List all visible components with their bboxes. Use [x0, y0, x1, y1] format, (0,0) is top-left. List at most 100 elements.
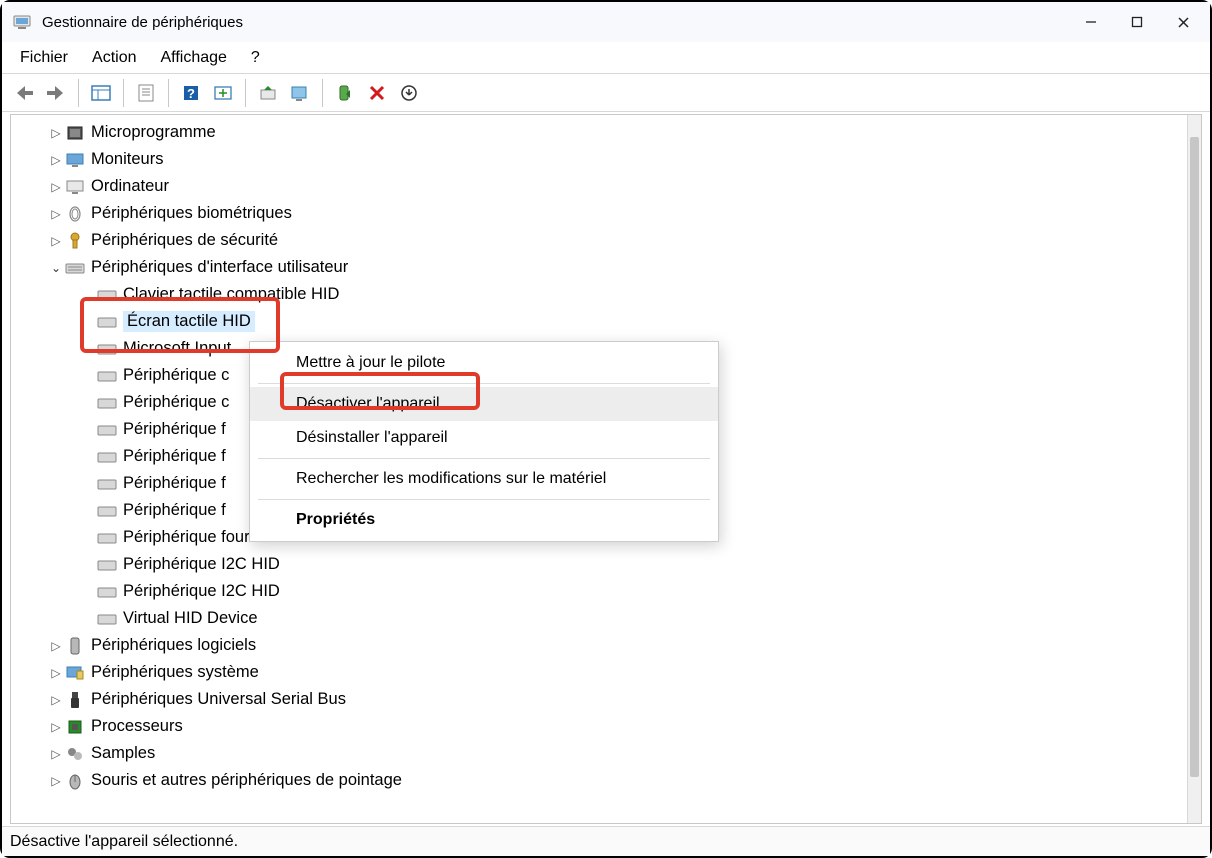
chevron-right-icon[interactable]: ▷ [47, 207, 65, 221]
tree-item-mice[interactable]: ▷ Souris et autres périphériques de poin… [11, 767, 1187, 794]
tree-item-software-devices[interactable]: ▷ Périphériques logiciels [11, 632, 1187, 659]
tree-label: Ordinateur [91, 177, 169, 196]
ctx-properties[interactable]: Propriétés [250, 503, 718, 537]
hid-device-icon [97, 394, 117, 412]
svg-text:?: ? [187, 86, 195, 101]
context-menu: Mettre à jour le pilote Désactiver l'app… [249, 341, 719, 542]
system-device-icon [65, 664, 85, 682]
chevron-right-icon[interactable]: ▷ [47, 234, 65, 248]
chevron-right-icon[interactable]: ▷ [47, 774, 65, 788]
key-icon [65, 232, 85, 250]
window-title: Gestionnaire de périphériques [42, 14, 1068, 31]
show-hide-tree-button[interactable] [86, 78, 116, 108]
tree-label: Périphérique I2C HID [123, 555, 280, 574]
tree-label: Périphériques biométriques [91, 204, 292, 223]
tree-item-firmware[interactable]: ▷ Microprogramme [11, 119, 1187, 146]
tree-label: Samples [91, 744, 155, 763]
menu-file[interactable]: Fichier [20, 49, 68, 67]
hid-device-icon [97, 448, 117, 466]
tree-item-security[interactable]: ▷ Périphériques de sécurité [11, 227, 1187, 254]
tree-label: Périphérique c [123, 393, 229, 412]
hid-device-icon [97, 583, 117, 601]
ctx-scan-hardware[interactable]: Rechercher les modifications sur le maté… [250, 462, 718, 496]
titlebar: Gestionnaire de périphériques [2, 2, 1210, 42]
menubar: Fichier Action Affichage ? [2, 42, 1210, 74]
tree-item-samples[interactable]: ▷ Samples [11, 740, 1187, 767]
toolbar-separator [168, 79, 169, 107]
hid-device-icon [97, 313, 117, 331]
chevron-down-icon[interactable]: ⌄ [47, 261, 65, 275]
tree-label: Périphérique f [123, 501, 226, 520]
toolbar-separator [245, 79, 246, 107]
tree-item-hid-touch-keyboard[interactable]: Clavier tactile compatible HID [11, 281, 1187, 308]
hid-device-icon [97, 556, 117, 574]
chevron-right-icon[interactable]: ▷ [47, 153, 65, 167]
hid-device-icon [97, 529, 117, 547]
chevron-right-icon[interactable]: ▷ [47, 666, 65, 680]
scan-hardware-button[interactable] [208, 78, 238, 108]
tree-label: Périphériques Universal Serial Bus [91, 690, 346, 709]
tree-label: Périphériques logiciels [91, 636, 256, 655]
hid-device-icon [97, 286, 117, 304]
help-button[interactable]: ? [176, 78, 206, 108]
toolbar-separator [78, 79, 79, 107]
scan-changes-button[interactable] [394, 78, 424, 108]
tree-item-system-devices[interactable]: ▷ Périphériques système [11, 659, 1187, 686]
forward-button[interactable] [41, 78, 71, 108]
update-driver-button[interactable] [253, 78, 283, 108]
tree-item-computer[interactable]: ▷ Ordinateur [11, 173, 1187, 200]
uninstall-device-button[interactable] [362, 78, 392, 108]
tree-item-processors[interactable]: ▷ Processeurs [11, 713, 1187, 740]
minimize-button[interactable] [1068, 2, 1114, 42]
menu-help[interactable]: ? [251, 49, 260, 67]
window-controls [1068, 2, 1206, 42]
tree-label: Virtual HID Device [123, 609, 258, 628]
menu-view[interactable]: Affichage [160, 49, 226, 67]
maximize-button[interactable] [1114, 2, 1160, 42]
chevron-right-icon[interactable]: ▷ [47, 747, 65, 761]
chevron-right-icon[interactable]: ▷ [47, 126, 65, 140]
tree-label: Souris et autres périphériques de pointa… [91, 771, 402, 790]
properties-button[interactable] [131, 78, 161, 108]
statusbar: Désactive l'appareil sélectionné. [2, 826, 1210, 856]
tree-item-hid-i2c[interactable]: Périphérique I2C HID [11, 578, 1187, 605]
chevron-right-icon[interactable]: ▷ [47, 180, 65, 194]
tree-label: Périphériques de sécurité [91, 231, 278, 250]
context-menu-separator [258, 499, 710, 500]
tree-item-hid-touch-screen[interactable]: Écran tactile HID [11, 308, 1187, 335]
hid-device-icon [97, 610, 117, 628]
tree-label: Périphérique I2C HID [123, 582, 280, 601]
tree-item-usb[interactable]: ▷ Périphériques Universal Serial Bus [11, 686, 1187, 713]
hid-device-icon [97, 475, 117, 493]
tree-label: Périphérique f [123, 447, 226, 466]
chevron-right-icon[interactable]: ▷ [47, 693, 65, 707]
enable-device-button[interactable] [330, 78, 360, 108]
back-button[interactable] [9, 78, 39, 108]
tree-label: Périphérique c [123, 366, 229, 385]
statusbar-text: Désactive l'appareil sélectionné. [10, 833, 238, 851]
tree-label: Processeurs [91, 717, 183, 736]
tree-label: Périphérique f [123, 420, 226, 439]
tree-item-hid-i2c[interactable]: Périphérique I2C HID [11, 551, 1187, 578]
tree-item-hid[interactable]: ⌄ Périphériques d'interface utilisateur [11, 254, 1187, 281]
tree-item-biometric[interactable]: ▷ Périphériques biométriques [11, 200, 1187, 227]
software-device-icon [65, 637, 85, 655]
mouse-icon [65, 772, 85, 790]
context-menu-separator [258, 383, 710, 384]
hid-icon [65, 259, 85, 277]
ctx-disable-device[interactable]: Désactiver l'appareil [250, 387, 718, 421]
menu-action[interactable]: Action [92, 49, 136, 67]
tree-item-monitors[interactable]: ▷ Moniteurs [11, 146, 1187, 173]
firmware-icon [65, 124, 85, 142]
close-button[interactable] [1160, 2, 1206, 42]
ctx-update-driver[interactable]: Mettre à jour le pilote [250, 346, 718, 380]
scrollbar-thumb[interactable] [1190, 137, 1199, 777]
disable-device-button[interactable] [285, 78, 315, 108]
tree-label: Périphériques d'interface utilisateur [91, 258, 348, 277]
chevron-right-icon[interactable]: ▷ [47, 720, 65, 734]
ctx-uninstall-device[interactable]: Désinstaller l'appareil [250, 421, 718, 455]
tree-item-hid-virtual[interactable]: Virtual HID Device [11, 605, 1187, 632]
tree-label: Microsoft Input [123, 339, 231, 358]
chevron-right-icon[interactable]: ▷ [47, 639, 65, 653]
vertical-scrollbar[interactable] [1187, 115, 1201, 823]
